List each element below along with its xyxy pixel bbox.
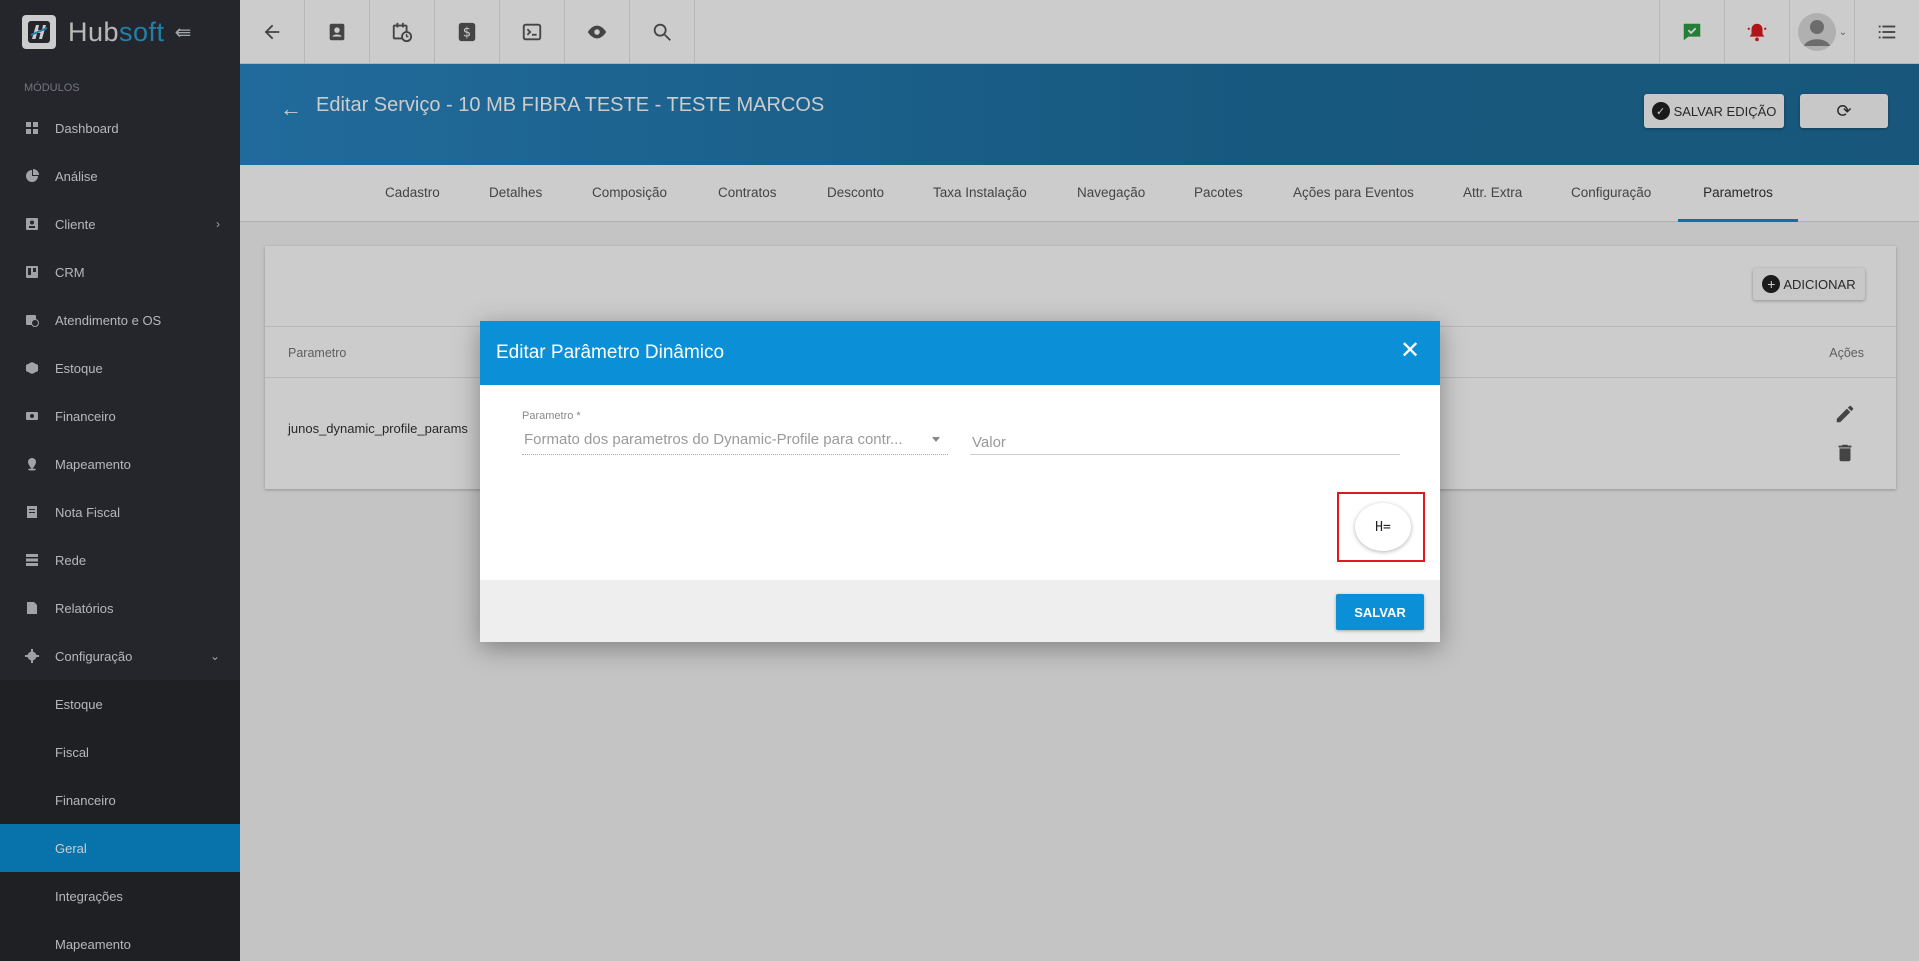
- dialog-title: Editar Parâmetro Dinâmico: [496, 342, 725, 363]
- save-button[interactable]: SALVAR: [1336, 594, 1424, 630]
- param-select[interactable]: Formato dos parametros do Dynamic-Profil…: [522, 427, 948, 455]
- edit-dynamic-parameter-dialog: Editar Parâmetro Dinâmico ✕ Parametro * …: [480, 321, 1440, 642]
- valor-input[interactable]: [970, 427, 1400, 455]
- dialog-header: Editar Parâmetro Dinâmico ✕: [480, 321, 1440, 385]
- close-icon[interactable]: ✕: [1398, 339, 1422, 363]
- format-fab-button[interactable]: H=: [1355, 503, 1411, 551]
- dialog-body: Parametro * Formato dos parametros do Dy…: [480, 385, 1440, 580]
- caret-down-icon[interactable]: [932, 437, 940, 442]
- param-field-label: Parametro *: [522, 410, 581, 422]
- dialog-footer: SALVAR: [480, 580, 1440, 642]
